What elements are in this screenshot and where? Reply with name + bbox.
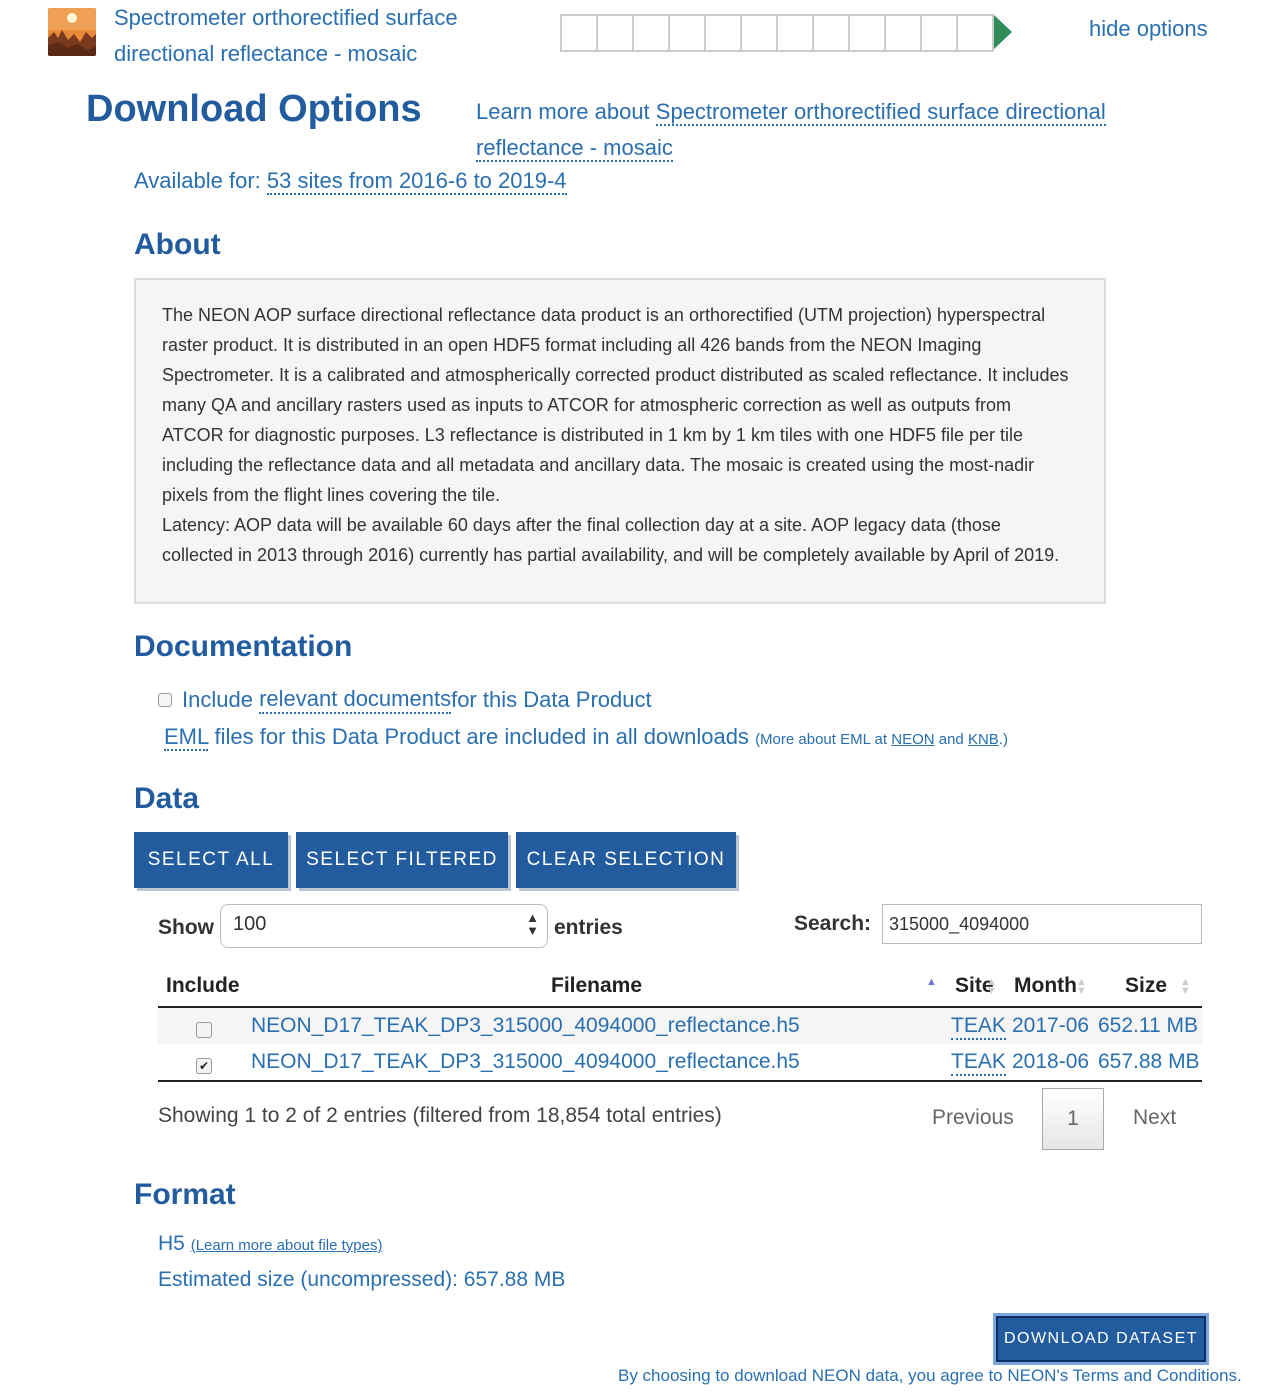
- select-filtered-button[interactable]: SELECT FILTERED: [296, 832, 508, 888]
- estimated-size: Estimated size (uncompressed): 657.88 MB: [158, 1268, 566, 1291]
- column-filename[interactable]: Filename: [551, 974, 642, 998]
- row-include-checkbox[interactable]: ✔: [196, 1058, 212, 1074]
- entries-select-value: 100: [233, 913, 267, 935]
- include-documents-row: Include relevant documents for this Data…: [158, 686, 652, 714]
- table-info: Showing 1 to 2 of 2 entries (filtered fr…: [158, 1104, 722, 1127]
- progress-step: [668, 14, 706, 52]
- include-suffix: for this Data Product: [451, 687, 652, 712]
- eml-text: files for this Data Product are included…: [208, 724, 749, 749]
- clear-selection-button[interactable]: CLEAR SELECTION: [516, 832, 736, 888]
- select-all-button[interactable]: SELECT ALL: [134, 832, 288, 888]
- sort-both-icon: ▲ ▼: [1180, 976, 1191, 997]
- eml-link[interactable]: EML: [164, 724, 209, 751]
- progress-step: [704, 14, 742, 52]
- format-type: H5: [158, 1232, 185, 1255]
- size-cell: 657.88 MB: [1098, 1050, 1200, 1073]
- size-cell: 652.11 MB: [1098, 1014, 1199, 1037]
- hide-options-link[interactable]: hide options: [1089, 16, 1208, 42]
- progress-arrow-icon: [994, 15, 1012, 49]
- next-page-button[interactable]: Next: [1133, 1106, 1176, 1130]
- table-bottom-border: [158, 1080, 1202, 1082]
- entries-per-page-select[interactable]: 100 ▲ ▼: [220, 904, 548, 948]
- eml-neon-link[interactable]: NEON: [891, 731, 934, 748]
- learn-more-text: Learn more about Spectrometer orthorecti…: [476, 94, 1136, 166]
- eml-note-prefix: (More about EML at: [755, 731, 892, 748]
- column-include[interactable]: Include: [166, 974, 240, 998]
- entries-label: entries: [554, 916, 623, 939]
- progress-step: [776, 14, 814, 52]
- progress-step: [956, 14, 994, 52]
- column-month[interactable]: Month: [1014, 974, 1077, 998]
- progress-step: [848, 14, 886, 52]
- site-link[interactable]: TEAK: [951, 1014, 1006, 1040]
- about-description-box: The NEON AOP surface directional reflect…: [134, 278, 1106, 604]
- download-options-heading: Download Options: [86, 88, 422, 130]
- table-header: Include Filename ▲ Site ▲ ▼ Month ▲ ▼ Size…: [158, 968, 1202, 1008]
- available-prefix: Available for:: [134, 168, 267, 193]
- filename-link[interactable]: NEON_D17_TEAK_DP3_315000_4094000_reflect…: [251, 1014, 800, 1038]
- availability-link[interactable]: 53 sites from 2016-6 to 2019-4: [266, 168, 567, 195]
- progress-step: [632, 14, 670, 52]
- eml-files-row: EML files for this Data Product are incl…: [164, 724, 1008, 751]
- table-row: NEON_D17_TEAK_DP3_315000_4094000_reflect…: [158, 1008, 1202, 1044]
- progress-step: [920, 14, 958, 52]
- relevant-documents-link[interactable]: relevant documents: [259, 686, 452, 714]
- filename-link[interactable]: NEON_D17_TEAK_DP3_315000_4094000_reflect…: [251, 1050, 800, 1074]
- search-input[interactable]: [882, 904, 1202, 944]
- file-types-link[interactable]: (Learn more about file types): [191, 1237, 383, 1254]
- data-heading: Data: [134, 782, 200, 815]
- column-size[interactable]: Size: [1125, 974, 1167, 998]
- format-type-row: H5 (Learn more about file types): [158, 1232, 382, 1256]
- eml-note-suffix: .): [998, 731, 1008, 748]
- about-paragraph-2: Latency: AOP data will be available 60 d…: [162, 515, 1060, 565]
- table-row: ✔ NEON_D17_TEAK_DP3_315000_4094000_refle…: [158, 1044, 1202, 1080]
- search-label: Search:: [794, 912, 872, 935]
- sort-asc-icon: ▲: [926, 976, 937, 988]
- row-include-checkbox[interactable]: [196, 1022, 212, 1038]
- sort-both-icon: ▲ ▼: [986, 976, 997, 997]
- availability-text: Available for: 53 sites from 2016-6 to 2…: [134, 168, 567, 195]
- about-paragraph-1: The NEON AOP surface directional reflect…: [162, 305, 1069, 505]
- site-link[interactable]: TEAK: [951, 1050, 1006, 1076]
- month-cell: 2017-06: [1012, 1014, 1090, 1037]
- progress-step: [596, 14, 634, 52]
- progress-step: [884, 14, 922, 52]
- month-cell: 2018-06: [1012, 1050, 1090, 1073]
- sort-both-icon: ▲ ▼: [1076, 976, 1087, 997]
- eml-knb-link[interactable]: KNB: [968, 731, 999, 748]
- include-prefix: Include: [182, 687, 253, 712]
- download-progress-steps: [560, 14, 1012, 52]
- about-heading: About: [134, 228, 221, 261]
- progress-step: [740, 14, 778, 52]
- previous-page-button[interactable]: Previous: [932, 1106, 1014, 1130]
- show-label: Show: [158, 916, 214, 939]
- eml-and: and: [934, 731, 968, 748]
- select-arrows-icon: ▲ ▼: [526, 910, 539, 938]
- terms-notice: By choosing to download NEON data, you a…: [618, 1366, 1242, 1385]
- product-thumbnail-image: [48, 8, 96, 56]
- progress-step: [560, 14, 598, 52]
- page-1-button[interactable]: 1: [1042, 1088, 1104, 1150]
- product-title-link[interactable]: Spectrometer orthorectified surface dire…: [114, 0, 494, 72]
- eml-note: (More about EML at NEON and KNB.): [755, 731, 1008, 748]
- format-heading: Format: [134, 1178, 236, 1211]
- progress-step: [812, 14, 850, 52]
- learn-more-prefix: Learn more about: [476, 99, 656, 124]
- download-dataset-button[interactable]: DOWNLOAD DATASET: [996, 1316, 1206, 1362]
- documentation-heading: Documentation: [134, 630, 353, 663]
- include-documents-checkbox[interactable]: [158, 693, 172, 707]
